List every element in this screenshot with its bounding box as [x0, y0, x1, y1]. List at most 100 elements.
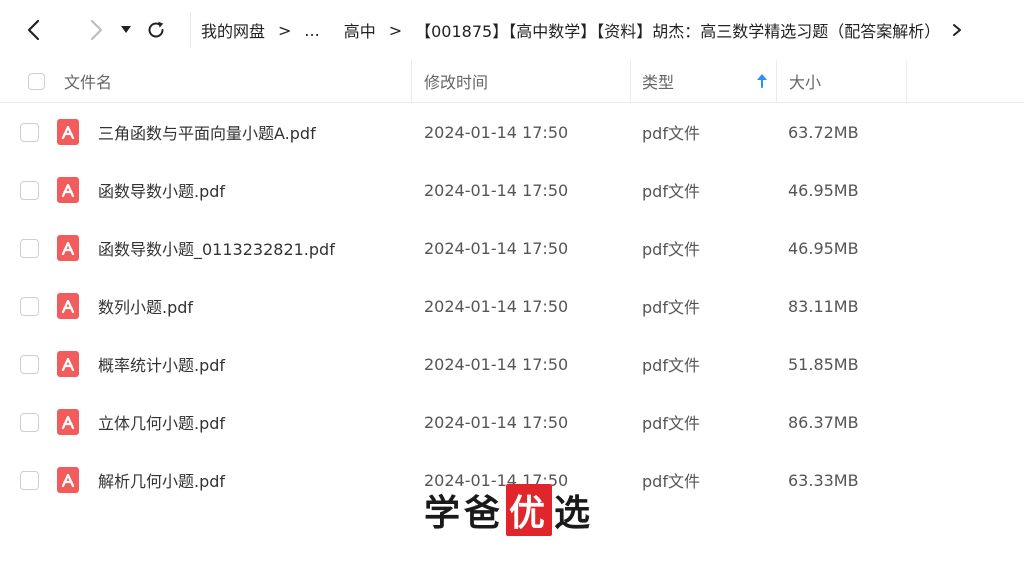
column-divider[interactable] — [630, 60, 631, 102]
file-modified: 2024-01-14 17:50 — [424, 354, 569, 374]
file-type: pdf文件 — [642, 414, 700, 433]
file-name[interactable]: 概率统计小题.pdf — [98, 335, 225, 393]
row-checkbox[interactable] — [20, 238, 39, 258]
column-divider[interactable] — [776, 60, 777, 102]
table-row[interactable]: 三角函数与平面向量小题A.pdf 2024-01-14 17:50 pdf文件 … — [0, 103, 1024, 161]
file-name[interactable]: 立体几何小题.pdf — [98, 393, 225, 451]
watermark-highlight: 优 — [506, 484, 553, 536]
breadcrumb-ellipsis[interactable]: ... — [304, 21, 319, 40]
file-name[interactable]: 函数导数小题.pdf — [98, 161, 225, 219]
column-header-size[interactable]: 大小 — [789, 60, 821, 102]
row-checkbox[interactable] — [20, 354, 39, 374]
table-row[interactable]: 数列小题.pdf 2024-01-14 17:50 pdf文件 83.11MB — [0, 277, 1024, 335]
row-checkbox-cell — [20, 277, 39, 335]
column-header-modified[interactable]: 修改时间 — [424, 60, 488, 102]
row-checkbox-cell — [20, 103, 39, 161]
column-header-type-label: 类型 — [642, 73, 675, 92]
refresh-button[interactable] — [138, 12, 174, 48]
file-icon-cell — [57, 393, 79, 451]
row-checkbox-cell — [20, 161, 39, 219]
column-header-type[interactable]: 类型 — [642, 60, 768, 102]
file-size: 63.33MB — [788, 470, 859, 490]
row-checkbox[interactable] — [20, 122, 39, 142]
pdf-file-icon — [57, 409, 79, 435]
table-row[interactable]: 立体几何小题.pdf 2024-01-14 17:50 pdf文件 86.37M… — [0, 393, 1024, 451]
file-type: pdf文件 — [642, 356, 700, 375]
file-modified: 2024-01-14 17:50 — [424, 296, 569, 316]
refresh-icon — [148, 21, 164, 38]
file-type: pdf文件 — [642, 240, 700, 259]
file-size: 63.72MB — [788, 122, 859, 142]
file-icon-cell — [57, 161, 79, 219]
pdf-file-icon — [57, 119, 79, 145]
column-header-size-label: 大小 — [789, 73, 822, 92]
breadcrumb-level1[interactable]: 高中 — [344, 18, 376, 42]
pdf-file-icon — [57, 293, 79, 319]
column-divider[interactable] — [906, 60, 907, 102]
file-name[interactable]: 函数导数小题_0113232821.pdf — [98, 219, 335, 277]
chevron-right-icon — [90, 19, 103, 41]
pdf-file-icon — [57, 235, 79, 261]
row-checkbox[interactable] — [20, 470, 39, 490]
file-size: 51.85MB — [788, 354, 859, 374]
breadcrumb-separator: > — [388, 20, 403, 40]
file-type: pdf文件 — [642, 124, 700, 143]
breadcrumb: 我的网盘 > ... 高中 > 【001875】【高中数学】【资料】胡杰：高三数… — [201, 18, 962, 42]
file-size: 86.37MB — [788, 412, 859, 432]
arrow-up-icon — [757, 74, 767, 88]
file-modified: 2024-01-14 17:50 — [424, 122, 569, 142]
table-header: 文件名 修改时间 类型 大小 — [0, 60, 1024, 103]
breadcrumb-separator: > — [278, 20, 292, 40]
column-header-modified-label: 修改时间 — [424, 73, 489, 92]
toolbar: 我的网盘 > ... 高中 > 【001875】【高中数学】【资料】胡杰：高三数… — [0, 0, 1024, 60]
file-name[interactable]: 解析几何小题.pdf — [98, 451, 225, 509]
select-all-checkbox[interactable] — [28, 72, 45, 90]
file-type: pdf文件 — [642, 298, 700, 317]
row-checkbox[interactable] — [20, 296, 39, 316]
file-icon-cell — [57, 219, 79, 277]
row-checkbox-cell — [20, 335, 39, 393]
table-row[interactable]: 概率统计小题.pdf 2024-01-14 17:50 pdf文件 51.85M… — [0, 335, 1024, 393]
file-icon-cell — [57, 451, 79, 509]
pdf-file-icon — [57, 351, 79, 377]
row-checkbox-cell — [20, 451, 39, 509]
watermark-logo: 学爸 优 选 — [424, 484, 594, 536]
table-row[interactable]: 函数导数小题.pdf 2024-01-14 17:50 pdf文件 46.95M… — [0, 161, 1024, 219]
watermark-text-part2: 选 — [554, 492, 595, 534]
pdf-file-icon — [57, 177, 79, 203]
forward-button[interactable] — [78, 12, 114, 48]
row-checkbox-cell — [20, 393, 39, 451]
file-size: 46.95MB — [788, 238, 859, 258]
file-type: pdf文件 — [642, 182, 700, 201]
file-icon-cell — [57, 277, 79, 335]
row-checkbox[interactable] — [20, 412, 39, 432]
column-header-name-label: 文件名 — [64, 73, 113, 92]
caret-down-icon — [121, 26, 131, 33]
breadcrumb-more-button[interactable] — [952, 23, 962, 37]
select-all-cell — [28, 60, 45, 102]
history-dropdown-button[interactable] — [116, 12, 136, 48]
column-header-name[interactable]: 文件名 — [64, 60, 112, 102]
file-icon-cell — [57, 103, 79, 161]
file-size: 46.95MB — [788, 180, 859, 200]
table-row[interactable]: 函数导数小题_0113232821.pdf 2024-01-14 17:50 p… — [0, 219, 1024, 277]
breadcrumb-root[interactable]: 我的网盘 — [201, 18, 265, 42]
file-modified: 2024-01-14 17:50 — [424, 238, 569, 258]
file-name[interactable]: 三角函数与平面向量小题A.pdf — [98, 103, 316, 161]
back-button[interactable] — [16, 12, 52, 48]
row-checkbox-cell — [20, 219, 39, 277]
chevron-left-icon — [27, 19, 40, 41]
file-modified: 2024-01-14 17:50 — [424, 180, 569, 200]
column-divider[interactable] — [411, 60, 412, 102]
watermark-text-part1: 学爸 — [424, 492, 505, 534]
chevron-right-icon — [953, 24, 962, 36]
file-icon-cell — [57, 335, 79, 393]
pdf-file-icon — [57, 467, 79, 493]
toolbar-divider — [190, 12, 191, 48]
file-modified: 2024-01-14 17:50 — [424, 412, 569, 432]
file-name[interactable]: 数列小题.pdf — [98, 277, 193, 335]
file-type: pdf文件 — [642, 472, 700, 491]
file-size: 83.11MB — [788, 296, 859, 316]
row-checkbox[interactable] — [20, 180, 39, 200]
breadcrumb-current: 【001875】【高中数学】【资料】胡杰：高三数学精选习题（配答案解析） — [415, 22, 941, 41]
